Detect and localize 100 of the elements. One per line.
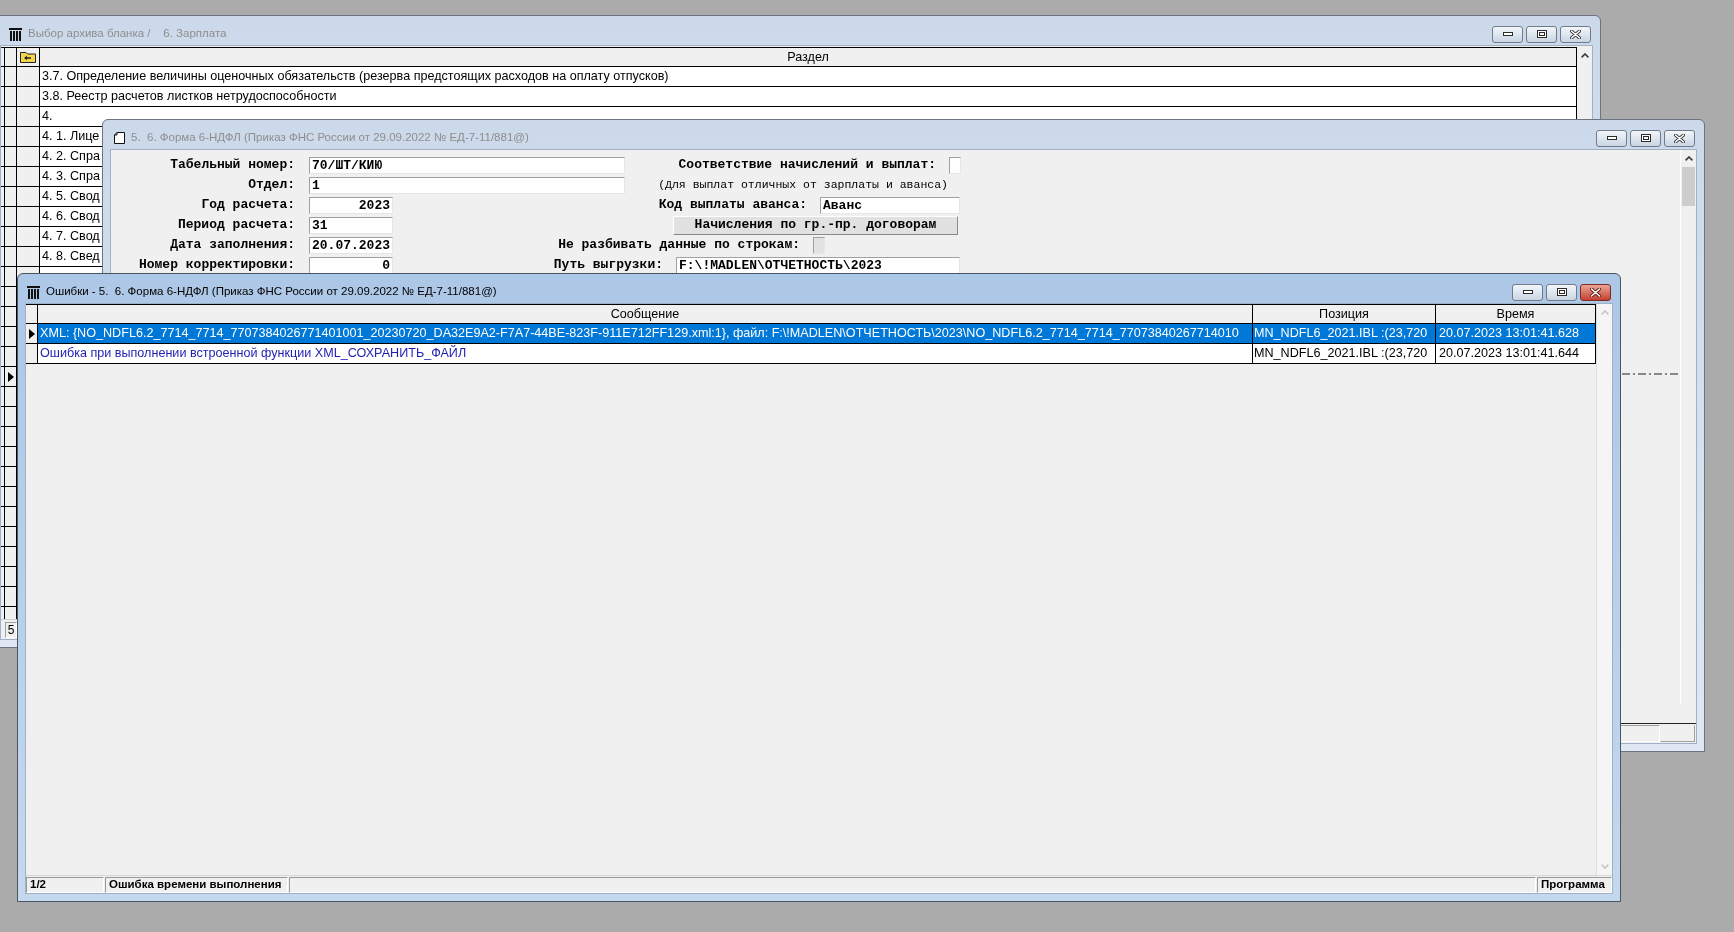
text-field[interactable]: 70/ШТ/КИЮ <box>309 156 625 174</box>
error-time: 20.07.2023 13:01:41.644 <box>1439 345 1580 363</box>
error-message: Ошибка при выполнении встроенной функции XML_СОХРАНИТЬ_ФАЙЛ <box>40 344 467 363</box>
document-icon <box>114 132 125 144</box>
window-title: 5. 6. Форма 6-НДФЛ (Приказ ФНС России от 29.09.2022 № ЕД-7-11/881@) <box>131 130 529 146</box>
row-header[interactable] <box>1 407 17 426</box>
folder-icon <box>20 51 36 63</box>
section-title[interactable]: 4. 7. Свод <box>42 227 100 246</box>
error-time: 20.07.2023 13:01:41.628 <box>1439 325 1580 343</box>
close-icon <box>1570 29 1581 39</box>
option-label: Не разбивать данные по строкам: <box>558 236 800 255</box>
row-header[interactable] <box>1 247 17 266</box>
status-pane: Программа <box>1537 877 1612 893</box>
section-title[interactable]: 4. 3. Спра <box>42 167 100 186</box>
text-field[interactable]: 2023 <box>309 196 393 214</box>
section-title[interactable]: 4. <box>42 107 53 126</box>
field-label: Период расчета: <box>177 216 295 235</box>
section-title[interactable]: 4. 8. Свед <box>42 247 100 266</box>
columns-icon <box>9 27 22 41</box>
dash-dot-line <box>1622 373 1680 375</box>
row-header[interactable] <box>1 327 17 346</box>
maximize-icon <box>1640 134 1651 142</box>
row-header[interactable] <box>1 107 17 126</box>
status-pane: 1/2 <box>26 877 104 893</box>
close-button[interactable] <box>1580 283 1611 301</box>
row-header[interactable] <box>1 587 17 606</box>
row-header[interactable] <box>1 87 17 106</box>
status-pane: Ошибка времени выполнения <box>105 877 288 893</box>
row-header[interactable] <box>1 427 17 446</box>
row-pointer-icon <box>28 328 35 339</box>
row-header[interactable] <box>1 567 17 586</box>
text-field[interactable]: Аванс <box>820 196 960 214</box>
minimize-button[interactable] <box>1512 283 1543 301</box>
chevron-up-icon <box>1600 310 1609 315</box>
text-field[interactable]: 31 <box>309 216 393 234</box>
section-title[interactable]: 4. 5. Свод <box>42 187 100 206</box>
row-header[interactable] <box>1 347 17 366</box>
accruals-button[interactable]: Начисления по гр.-пр. договорам <box>673 215 958 235</box>
text-field[interactable]: 20.07.2023 <box>309 236 393 254</box>
row-header[interactable] <box>1 127 17 146</box>
field-label: Путь выгрузки: <box>553 256 663 275</box>
row-header[interactable] <box>1 287 17 306</box>
row-header[interactable] <box>1 447 17 466</box>
row-header[interactable] <box>1 467 17 486</box>
error-position: MN_NDFL6_2021.IBL :(23,720 <box>1254 325 1428 343</box>
row-header[interactable] <box>26 344 38 364</box>
maximize-icon <box>1556 288 1567 296</box>
column-header[interactable]: Позиция <box>1253 305 1436 323</box>
window-title: Выбор архива бланка / 6. Зарплата <box>28 26 227 42</box>
section-title[interactable]: 4. 2. Спра <box>42 147 100 166</box>
field-label: Код выплаты аванса: <box>658 196 807 215</box>
close-icon <box>1674 133 1685 143</box>
error-position: MN_NDFL6_2021.IBL :(23,720 <box>1254 345 1428 363</box>
row-header[interactable] <box>1 167 17 186</box>
row-header[interactable] <box>1 267 17 286</box>
maximize-button[interactable] <box>1526 25 1557 43</box>
maximize-icon <box>1536 30 1547 38</box>
maximize-button[interactable] <box>1546 283 1577 301</box>
text-field[interactable]: F:\!MADLEN\ОТЧЕТНОСТЬ\2023 <box>676 256 960 274</box>
field-label: Табельный номер: <box>170 156 295 175</box>
chevron-down-icon <box>1600 864 1609 869</box>
row-header[interactable] <box>1 487 17 506</box>
checkbox[interactable] <box>949 156 961 174</box>
table-row[interactable]: Ошибка при выполнении встроенной функции XML_СОХРАНИТЬ_ФАЙЛ MN_NDFL6_2021.IBL :(23,720 20.07.2023 13:01:41.644 <box>38 344 1596 364</box>
table-row[interactable] <box>38 324 1596 344</box>
section-title[interactable]: 4. 1. Лице <box>42 127 100 146</box>
window-title: Ошибки - 5. 6. Форма 6-НДФЛ (Приказ ФНС России от 29.09.2022 № ЕД-7-11/881@) <box>46 284 497 300</box>
row-header[interactable] <box>26 324 38 344</box>
row-header[interactable] <box>1 147 17 166</box>
chevron-up-icon <box>1580 53 1589 58</box>
row-header[interactable] <box>1 547 17 566</box>
vertical-scrollbar[interactable] <box>1596 304 1612 875</box>
row-header[interactable] <box>1 307 17 326</box>
field-label: Номер корректировки: <box>138 256 295 275</box>
status-pane: 5 <box>5 621 17 638</box>
minimize-icon <box>1502 32 1513 36</box>
maximize-button[interactable] <box>1630 129 1661 147</box>
row-header[interactable] <box>1 187 17 206</box>
row-header[interactable] <box>1 367 17 386</box>
minimize-button[interactable] <box>1596 129 1627 147</box>
minimize-button[interactable] <box>1492 25 1523 43</box>
chevron-up-icon <box>1684 156 1693 161</box>
section-title[interactable]: 4. 6. Свод <box>42 207 100 226</box>
row-header[interactable] <box>1 387 17 406</box>
row-header[interactable] <box>1 527 17 546</box>
text-field[interactable]: 0 <box>309 256 393 274</box>
row-header[interactable] <box>1 507 17 526</box>
field-label: Отдел: <box>248 176 295 195</box>
column-header[interactable]: Сообщение <box>38 305 1253 323</box>
close-button[interactable] <box>1560 25 1591 43</box>
field-label: Год расчета: <box>201 196 295 215</box>
error-message: XML: {NO_NDFL6.2_7714_7714_7707384026771401001_20230720_DA32E9A2-F7A7-44BE-823F-911E712FF129.xml:1}, файл: F:\!MADLEN\ОТЧЕТНОСТЬ\2023\NO_NDFL6.2_7714_7714_77073840267714010 <box>40 325 1239 343</box>
hint-text: (Для выплат отличных от зарплаты и аванса) <box>658 177 948 194</box>
row-header[interactable] <box>1 227 17 246</box>
scrollbar-thumb[interactable] <box>1682 167 1695 206</box>
row-header[interactable] <box>1 207 17 226</box>
section-title[interactable]: 3.8. Реестр расчетов листков нетрудоспособности <box>42 87 337 106</box>
text-field[interactable]: 1 <box>309 176 625 194</box>
close-button[interactable] <box>1664 129 1695 147</box>
row-header[interactable] <box>1 67 17 86</box>
